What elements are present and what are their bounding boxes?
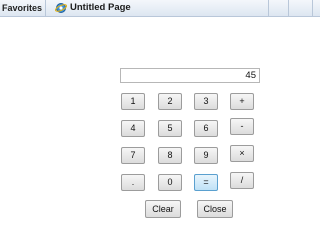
ie-page-icon [55,3,67,13]
divide-button[interactable]: / [230,172,254,189]
key-9-button[interactable]: 9 [194,147,218,164]
equals-button[interactable]: = [194,174,218,191]
browser-favorites-bar: Favorites Untitled Page [0,0,320,17]
toolbar-divider [288,0,289,17]
key-1-button[interactable]: 1 [121,93,145,110]
close-button[interactable]: Close [197,200,233,218]
subtract-button[interactable]: - [230,118,254,135]
decimal-button[interactable]: . [121,174,145,191]
key-8-button[interactable]: 8 [158,147,182,164]
key-2-button[interactable]: 2 [158,93,182,110]
tab-label: Untitled Page [70,2,131,13]
add-button[interactable]: + [230,93,254,110]
key-3-button[interactable]: 3 [194,93,218,110]
favorites-button[interactable]: Favorites [0,0,46,17]
toolbar-divider [268,0,269,17]
multiply-button[interactable]: × [230,145,254,162]
clear-button[interactable]: Clear [145,200,181,218]
key-6-button[interactable]: 6 [194,120,218,137]
key-5-button[interactable]: 5 [158,120,182,137]
toolbar-divider [312,0,313,17]
key-0-button[interactable]: 0 [158,174,182,191]
key-7-button[interactable]: 7 [121,147,145,164]
calculator-display[interactable]: 45 [120,68,260,83]
tab-untitled-page[interactable]: Untitled Page [54,0,268,17]
key-4-button[interactable]: 4 [121,120,145,137]
